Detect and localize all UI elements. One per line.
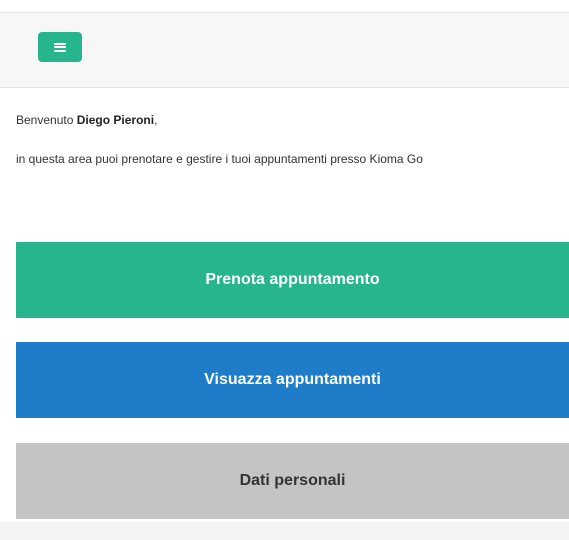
user-name: Diego Pieroni	[76, 113, 155, 127]
top-navbar	[0, 12, 569, 88]
welcome-punctuation: ,	[154, 113, 158, 127]
menu-toggle-button[interactable]	[38, 32, 82, 62]
footer-strip	[0, 522, 569, 540]
welcome-message: Benvenuto Diego Pieroni,	[16, 113, 157, 127]
personal-data-label: Dati personali	[239, 472, 346, 489]
personal-data-button[interactable]: Dati personali	[16, 443, 569, 519]
view-appointments-label: Visuazza appuntamenti	[204, 371, 381, 388]
book-appointment-label: Prenota appuntamento	[205, 271, 380, 288]
view-appointments-button[interactable]: Visuazza appuntamenti	[16, 342, 569, 418]
intro-text: in questa area puoi prenotare e gestire …	[16, 152, 423, 166]
welcome-greeting: Benvenuto	[16, 113, 74, 127]
book-appointment-button[interactable]: Prenota appuntamento	[16, 242, 569, 318]
hamburger-icon	[54, 42, 66, 52]
